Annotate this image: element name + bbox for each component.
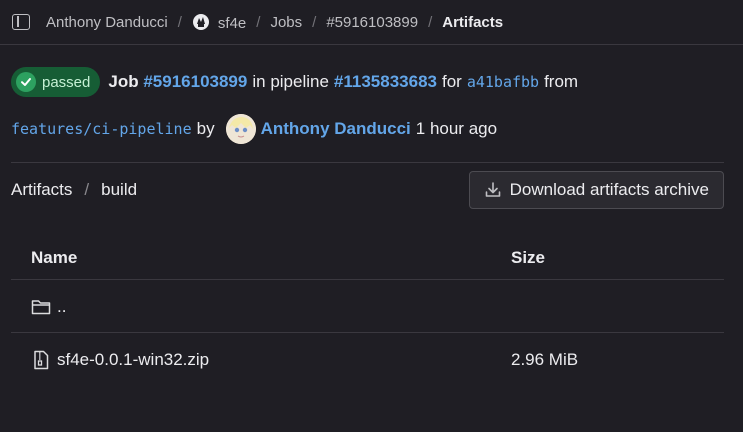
job-summary-line-1: passed Job #5916103899 in pipeline #1135… bbox=[11, 67, 583, 97]
breadcrumb-separator: / bbox=[177, 13, 182, 31]
artifacts-toolbar: Artifacts / build Download artifacts archi… bbox=[11, 171, 724, 209]
divider bbox=[11, 162, 724, 163]
avatar[interactable] bbox=[225, 114, 256, 144]
in-pipeline-text: in pipeline bbox=[252, 72, 329, 91]
column-header-size: Size bbox=[511, 247, 546, 267]
top-bar: Anthony Danducci / sf4e / Jobs / #591610… bbox=[0, 0, 743, 45]
breadcrumb-project[interactable]: sf4e bbox=[192, 13, 246, 32]
job-summary-line-2: features/ci-pipeline by Anthony Danducci… bbox=[11, 114, 502, 144]
timestamp: 1 hour ago bbox=[415, 119, 498, 138]
row-name-cell: .. bbox=[11, 297, 491, 317]
row-size: 2.96 MiB bbox=[511, 350, 579, 369]
row-name: .. bbox=[57, 296, 67, 316]
file-zip-icon bbox=[34, 350, 49, 370]
project-avatar-icon bbox=[192, 13, 209, 30]
by-text: by bbox=[196, 119, 215, 138]
for-text: for bbox=[441, 72, 462, 91]
download-icon bbox=[485, 182, 500, 197]
breadcrumb-job-id[interactable]: #5916103899 bbox=[326, 14, 418, 31]
commit-link[interactable]: a41bafbb bbox=[467, 73, 539, 91]
from-text: from bbox=[544, 72, 579, 91]
breadcrumb-separator: / bbox=[312, 13, 317, 31]
pipeline-id-link[interactable]: #1135833683 bbox=[334, 72, 437, 92]
table-row[interactable]: sf4e-0.0.1-win32.zip 2.96 MiB bbox=[11, 334, 724, 386]
download-artifacts-button[interactable]: Download artifacts archive bbox=[468, 171, 724, 209]
breadcrumb-separator: / bbox=[428, 13, 433, 31]
table-header: Name Size bbox=[11, 236, 724, 280]
branch-link[interactable]: features/ci-pipeline bbox=[11, 120, 192, 138]
row-name-cell: sf4e-0.0.1-win32.zip bbox=[11, 350, 491, 370]
job-id-link[interactable]: #5916103899 bbox=[143, 72, 247, 92]
artifacts-path-dir: build bbox=[101, 180, 138, 199]
status-badge[interactable]: passed bbox=[11, 67, 101, 97]
breadcrumb-owner[interactable]: Anthony Danducci bbox=[46, 14, 168, 31]
table-row[interactable]: .. bbox=[11, 281, 724, 333]
path-separator: / bbox=[84, 180, 90, 199]
column-header-name: Name bbox=[31, 247, 78, 267]
sidebar-toggle-icon[interactable] bbox=[12, 14, 30, 30]
breadcrumb-jobs[interactable]: Jobs bbox=[270, 14, 302, 31]
breadcrumb-artifacts: Artifacts bbox=[442, 13, 504, 31]
status-label: passed bbox=[42, 73, 91, 91]
breadcrumb-project-label: sf4e bbox=[217, 14, 247, 32]
breadcrumb-separator: / bbox=[256, 13, 261, 31]
artifacts-path: Artifacts / build bbox=[11, 180, 137, 200]
download-button-label: Download artifacts archive bbox=[509, 180, 709, 199]
check-circle-icon bbox=[16, 72, 36, 92]
artifacts-path-root[interactable]: Artifacts bbox=[11, 180, 72, 199]
job-label: Job bbox=[108, 72, 139, 91]
folder-icon bbox=[31, 299, 51, 314]
author-link[interactable]: Anthony Danducci bbox=[261, 119, 411, 139]
row-name: sf4e-0.0.1-win32.zip bbox=[57, 350, 210, 369]
